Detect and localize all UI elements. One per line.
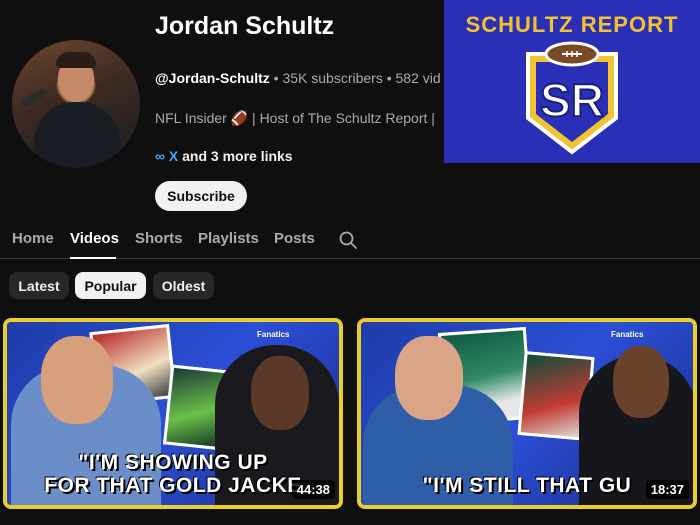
subscribe-button[interactable]: Subscribe: [155, 181, 247, 211]
video-caption: "I'M SHOWING UP FOR THAT GOLD JACKE: [44, 451, 302, 497]
tab-shorts[interactable]: Shorts: [135, 230, 183, 247]
microphone: [19, 88, 47, 108]
guest-face: [251, 356, 309, 430]
search-icon[interactable]: [338, 230, 358, 250]
fanatics-logo: Fanatics: [611, 330, 644, 339]
banner-title: SCHULTZ REPORT: [465, 12, 679, 37]
guest-face: [613, 346, 669, 418]
active-tab-indicator: [70, 257, 116, 259]
video-caption: "I'M STILL THAT GU: [422, 474, 632, 497]
channel-description[interactable]: NFL Insider 🏈 | Host of The Schultz Repo…: [155, 110, 445, 127]
tab-home[interactable]: Home: [12, 230, 54, 247]
logo-monogram: SR: [540, 74, 604, 126]
host-face: [41, 336, 113, 424]
schultz-report-logo: SR: [526, 41, 618, 155]
channel-avatar[interactable]: [12, 40, 140, 168]
tab-videos[interactable]: Videos: [70, 230, 119, 247]
channel-banner: SCHULTZ REPORT SR: [444, 0, 700, 163]
video-thumbnail[interactable]: Fanatics "I'M STILL THAT GU 18:37: [357, 318, 697, 509]
video-duration: 18:37: [645, 480, 689, 499]
channel-links[interactable]: ∞ X and 3 more links: [155, 148, 293, 164]
link-icon: ∞: [155, 148, 165, 164]
video-duration: 44:38: [291, 480, 335, 499]
tab-playlists[interactable]: Playlists: [198, 230, 259, 247]
tab-posts[interactable]: Posts: [274, 230, 315, 247]
channel-name: Jordan Schultz: [155, 12, 335, 40]
filter-oldest[interactable]: Oldest: [153, 272, 214, 299]
filter-latest[interactable]: Latest: [9, 272, 69, 299]
host-face: [395, 336, 463, 420]
filter-popular[interactable]: Popular: [75, 272, 146, 299]
fanatics-logo: Fanatics: [257, 330, 290, 339]
video-thumbnail[interactable]: Fanatics "I'M SHOWING UP FOR THAT GOLD J…: [3, 318, 343, 509]
channel-stats: • 35K subscribers • 582 vid: [269, 70, 441, 86]
channel-meta: @Jordan-Schultz • 35K subscribers • 582 …: [155, 70, 445, 86]
channel-handle: @Jordan-Schultz: [155, 70, 270, 86]
more-links-text[interactable]: and 3 more links: [178, 148, 293, 164]
x-link[interactable]: X: [169, 148, 178, 164]
channel-tabs: Home Videos Shorts Playlists Posts: [0, 222, 700, 259]
